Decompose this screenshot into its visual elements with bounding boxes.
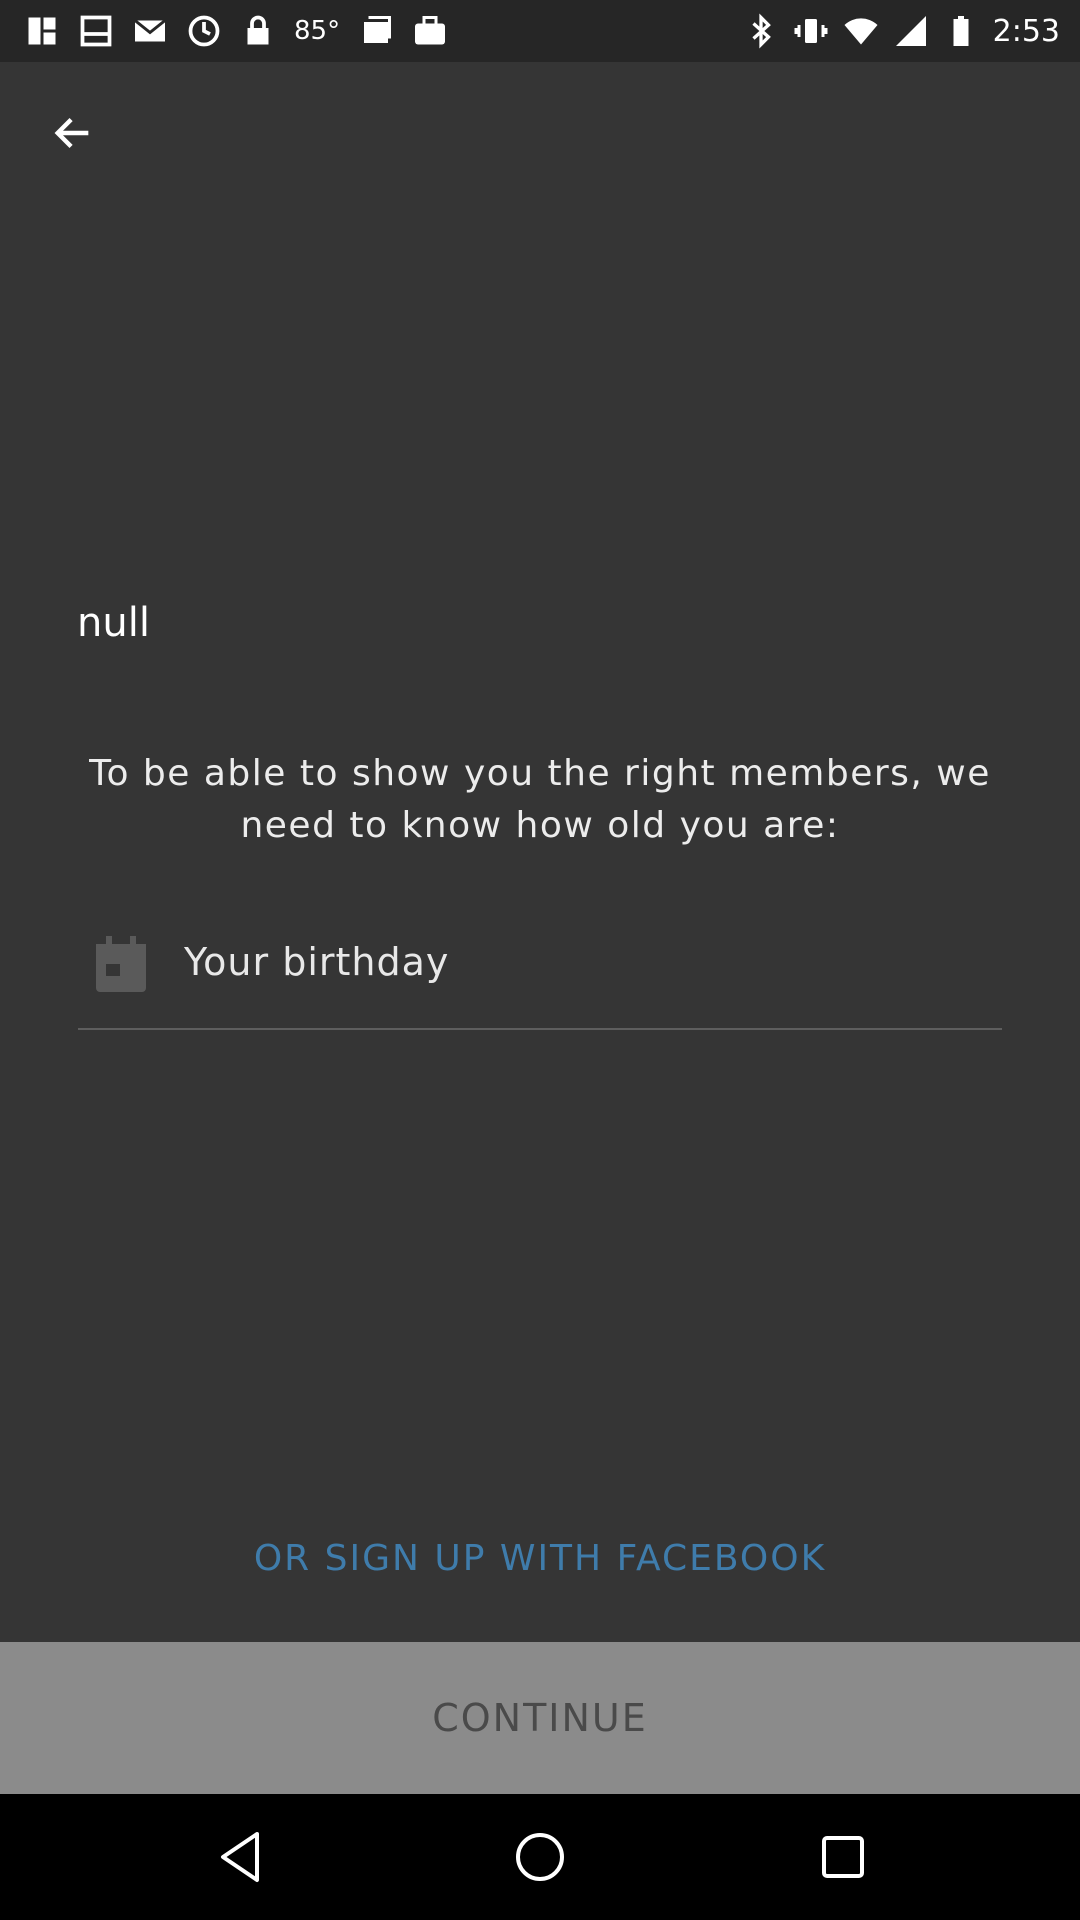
back-button[interactable] <box>40 100 106 166</box>
mail-icon <box>132 13 168 49</box>
arrow-left-icon <box>54 118 89 148</box>
status-right: 2:53 <box>743 10 1060 52</box>
wifi-icon <box>843 13 879 49</box>
clock: 2:53 <box>992 13 1060 49</box>
temperature-text: 85° <box>294 16 341 46</box>
navigation-bar <box>0 1794 1080 1920</box>
notification-icon <box>78 13 114 49</box>
signal-icon <box>893 13 929 49</box>
status-bar: 85° 2:53 <box>0 0 1080 62</box>
back-triangle-icon[interactable] <box>205 1822 275 1892</box>
birthday-field[interactable]: Your birthday <box>78 922 1002 1030</box>
notification-icon <box>24 13 60 49</box>
sync-icon <box>186 13 222 49</box>
birthday-placeholder: Your birthday <box>184 940 450 984</box>
bluetooth-icon <box>743 13 779 49</box>
briefcase-icon <box>412 13 448 49</box>
lock-icon <box>240 13 276 49</box>
gallery-icon <box>358 13 394 49</box>
page-title: null <box>77 600 150 646</box>
continue-button[interactable]: CONTINUE <box>0 1642 1080 1794</box>
home-circle-icon[interactable] <box>505 1822 575 1892</box>
age-info-text: To be able to show you the right members… <box>89 753 991 846</box>
recents-square-icon[interactable] <box>808 1822 878 1892</box>
battery-icon <box>943 13 979 49</box>
facebook-signup-link[interactable]: OR SIGN UP WITH FACEBOOK <box>0 1538 1080 1579</box>
calendar-icon <box>94 936 148 994</box>
status-left: 85° <box>24 10 448 52</box>
vibrate-icon <box>793 13 829 49</box>
